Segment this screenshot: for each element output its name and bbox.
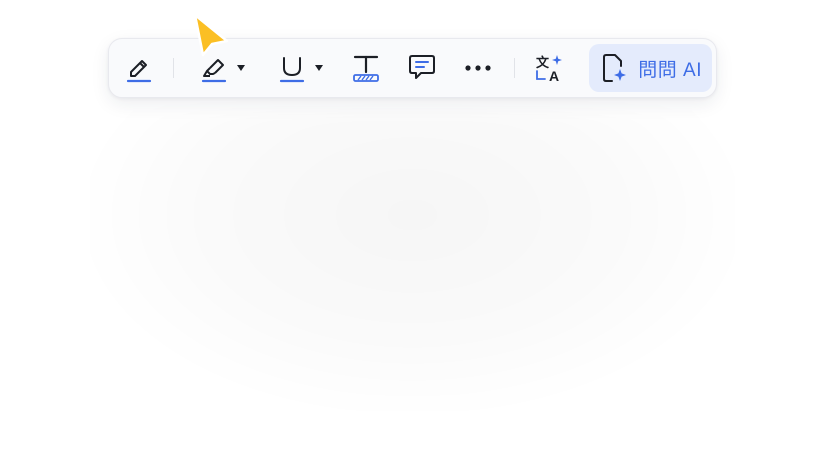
ai-document-icon: [603, 54, 627, 82]
page-shadow: [90, 110, 735, 410]
more-options-button[interactable]: [458, 46, 498, 90]
more-icon: [465, 65, 491, 71]
toolbar-divider: [514, 58, 515, 78]
stage: 文 A 問問 AI: [0, 0, 825, 473]
pencil-icon: [126, 60, 152, 83]
text-box-tool-button[interactable]: [346, 46, 386, 90]
translate-icon: 文 A: [536, 55, 562, 84]
ask-ai-label: 問問 AI: [638, 59, 702, 81]
highlighter-dropdown-caret[interactable]: [236, 65, 245, 71]
svg-text:A: A: [549, 68, 559, 84]
underline-icon: [279, 57, 304, 83]
text-box-icon: [353, 55, 379, 82]
mouse-cursor-icon: [193, 13, 229, 57]
underline-dropdown-caret[interactable]: [314, 65, 323, 71]
ask-ai-button[interactable]: 問問 AI: [589, 44, 712, 92]
translate-tool-button[interactable]: 文 A: [529, 46, 569, 90]
pen-tool-button[interactable]: [121, 46, 157, 90]
toolbar-divider: [173, 58, 174, 78]
svg-text:文: 文: [536, 55, 550, 71]
underline-tool-button[interactable]: [272, 46, 328, 90]
comment-tool-button[interactable]: [402, 46, 442, 90]
comment-icon: [409, 55, 435, 79]
